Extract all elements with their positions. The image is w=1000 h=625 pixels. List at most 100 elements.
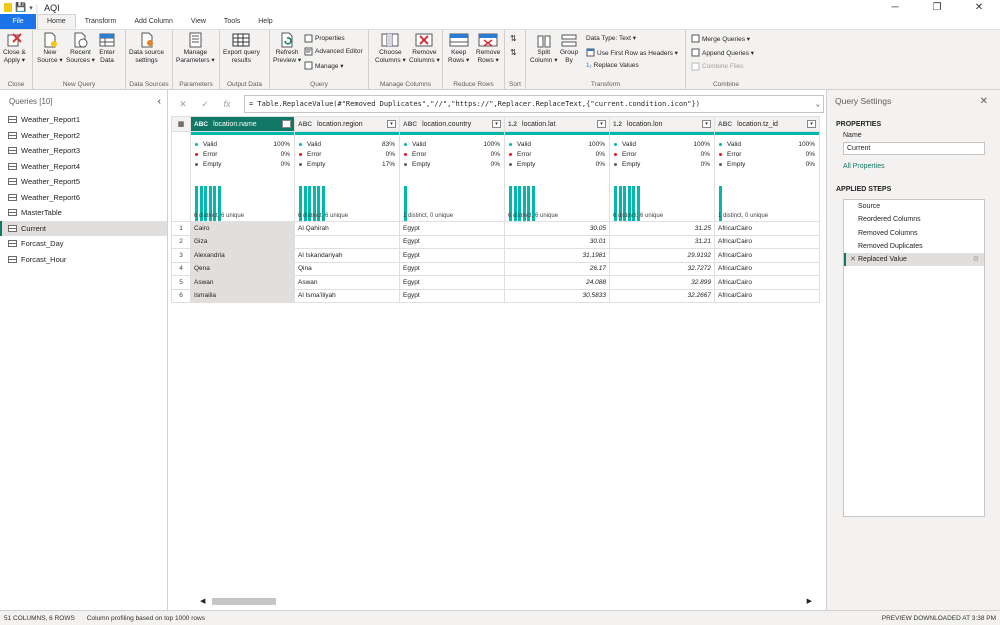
table-cell[interactable]: [294, 234, 400, 249]
tab-home[interactable]: Home: [37, 14, 76, 29]
manage-parameters-button[interactable]: Manage Parameters ▾: [176, 32, 215, 64]
close-window-button[interactable]: ✕: [958, 0, 1000, 15]
table-cell[interactable]: 32.2667: [609, 288, 715, 303]
table-cell[interactable]: Cairo: [190, 221, 295, 236]
sort-descending-button[interactable]: ⇅: [510, 48, 517, 57]
table-cell[interactable]: Africa/Cairo: [714, 261, 820, 276]
minimize-button[interactable]: ─: [874, 0, 916, 15]
query-item[interactable]: Current: [0, 220, 167, 236]
enter-data-button[interactable]: Enter Data: [99, 32, 115, 64]
choose-columns-button[interactable]: Choose Columns ▾: [375, 32, 406, 64]
maximize-button[interactable]: ❐: [916, 0, 958, 15]
all-properties-link[interactable]: All Properties: [843, 163, 1000, 170]
advanced-editor-button[interactable]: Advanced Editor: [304, 47, 363, 56]
applied-step[interactable]: ✕ Replaced Value ⚙: [844, 253, 984, 267]
group-by-button[interactable]: Group By: [560, 32, 578, 64]
table-cell[interactable]: 32.899: [609, 275, 715, 290]
column-type-icon[interactable]: ABC: [718, 121, 732, 128]
column-filter-icon[interactable]: ▾: [387, 120, 396, 128]
manage-button[interactable]: Manage ▾: [304, 61, 344, 70]
column-type-icon[interactable]: ABC: [298, 121, 312, 128]
column-header[interactable]: 1.2 location.lat ▾: [504, 116, 610, 132]
horizontal-scrollbar[interactable]: ◀ ▶: [196, 596, 816, 606]
table-cell[interactable]: Egypt: [399, 221, 505, 236]
row-number[interactable]: 2: [171, 234, 191, 249]
close-apply-button[interactable]: Close & Apply ▾: [3, 32, 26, 64]
scroll-left-icon[interactable]: ◀: [200, 597, 205, 605]
table-cell[interactable]: 29.9192: [609, 248, 715, 263]
query-item[interactable]: Forcast_Hour: [0, 252, 167, 268]
query-item[interactable]: Weather_Report2: [0, 128, 167, 144]
query-name-input[interactable]: Current: [843, 142, 985, 155]
table-cell[interactable]: Africa/Cairo: [714, 288, 820, 303]
table-cell[interactable]: 30.01: [504, 234, 610, 249]
split-column-button[interactable]: Split Column ▾: [530, 32, 557, 64]
query-item[interactable]: Weather_Report1: [0, 112, 167, 128]
table-cell[interactable]: 26.17: [504, 261, 610, 276]
commit-formula-icon[interactable]: ✓: [198, 99, 212, 110]
step-settings-gear-icon[interactable]: ⚙: [973, 253, 979, 266]
table-cell[interactable]: 30.5833: [504, 288, 610, 303]
use-first-row-button[interactable]: Use First Row as Headers ▾: [586, 48, 678, 57]
table-cell[interactable]: Africa/Cairo: [714, 221, 820, 236]
applied-step[interactable]: Removed Duplicates: [844, 240, 984, 253]
row-number[interactable]: 3: [171, 248, 191, 263]
column-type-icon[interactable]: ABC: [403, 121, 417, 128]
query-item[interactable]: Weather_Report4: [0, 159, 167, 175]
column-filter-icon[interactable]: ▾: [492, 120, 501, 128]
table-cell[interactable]: Giza: [190, 234, 295, 249]
column-type-icon[interactable]: ABC: [194, 121, 208, 128]
column-header[interactable]: ABC location.tz_id ▾: [714, 116, 820, 132]
table-menu-icon[interactable]: ▦: [171, 116, 191, 132]
row-number[interactable]: 1: [171, 221, 191, 236]
tab-view[interactable]: View: [182, 14, 215, 29]
table-cell[interactable]: Egypt: [399, 288, 505, 303]
table-cell[interactable]: Ismailia: [190, 288, 295, 303]
applied-step[interactable]: Reordered Columns: [844, 213, 984, 226]
tab-transform[interactable]: Transform: [76, 14, 126, 29]
table-cell[interactable]: 30.05: [504, 221, 610, 236]
data-source-settings-button[interactable]: Data source settings: [129, 32, 164, 64]
query-item[interactable]: Forcast_Day: [0, 236, 167, 252]
column-header[interactable]: ABC location.region ▾: [294, 116, 400, 132]
tab-file[interactable]: File: [0, 14, 36, 29]
formula-input[interactable]: = Table.ReplaceValue(#"Removed Duplicate…: [244, 95, 824, 113]
sort-ascending-button[interactable]: ⇅: [510, 34, 517, 43]
new-source-button[interactable]: New Source ▾: [37, 32, 63, 64]
column-filter-icon[interactable]: ▾: [702, 120, 711, 128]
table-cell[interactable]: 31.1981: [504, 248, 610, 263]
refresh-preview-button[interactable]: Refresh Preview ▾: [273, 32, 301, 64]
table-cell[interactable]: Africa/Cairo: [714, 248, 820, 263]
append-queries-button[interactable]: Append Queries ▾: [691, 48, 754, 57]
row-number[interactable]: 6: [171, 288, 191, 303]
query-item[interactable]: Weather_Report5: [0, 174, 167, 190]
column-type-icon[interactable]: 1.2: [508, 121, 517, 128]
delete-step-icon[interactable]: ✕: [850, 253, 856, 266]
close-settings-icon[interactable]: ✕: [980, 96, 988, 107]
merge-queries-button[interactable]: Merge Queries ▾: [691, 34, 750, 43]
table-cell[interactable]: Aswan: [190, 275, 295, 290]
table-cell[interactable]: Al Iskandariyah: [294, 248, 400, 263]
column-filter-icon[interactable]: ▾: [282, 120, 291, 128]
table-cell[interactable]: Al Isma'iliyah: [294, 288, 400, 303]
remove-columns-button[interactable]: Remove Columns ▾: [409, 32, 440, 64]
tab-add-column[interactable]: Add Column: [125, 14, 182, 29]
row-number[interactable]: 5: [171, 275, 191, 290]
table-cell[interactable]: Qena: [190, 261, 295, 276]
query-item[interactable]: Weather_Report3: [0, 143, 167, 159]
applied-step[interactable]: Removed Columns: [844, 227, 984, 240]
table-cell[interactable]: 32.7272: [609, 261, 715, 276]
table-cell[interactable]: Qina: [294, 261, 400, 276]
row-number[interactable]: 4: [171, 261, 191, 276]
column-filter-icon[interactable]: ▾: [597, 120, 606, 128]
scroll-right-icon[interactable]: ▶: [807, 597, 812, 605]
column-type-icon[interactable]: 1.2: [613, 121, 622, 128]
table-cell[interactable]: Egypt: [399, 234, 505, 249]
table-cell[interactable]: Africa/Cairo: [714, 234, 820, 249]
table-cell[interactable]: 31.25: [609, 221, 715, 236]
table-cell[interactable]: Egypt: [399, 275, 505, 290]
undo-dropdown-icon[interactable]: ▾: [29, 4, 33, 12]
table-cell[interactable]: 24.088: [504, 275, 610, 290]
recent-sources-button[interactable]: Recent Sources ▾: [66, 32, 95, 64]
table-cell[interactable]: 31.21: [609, 234, 715, 249]
